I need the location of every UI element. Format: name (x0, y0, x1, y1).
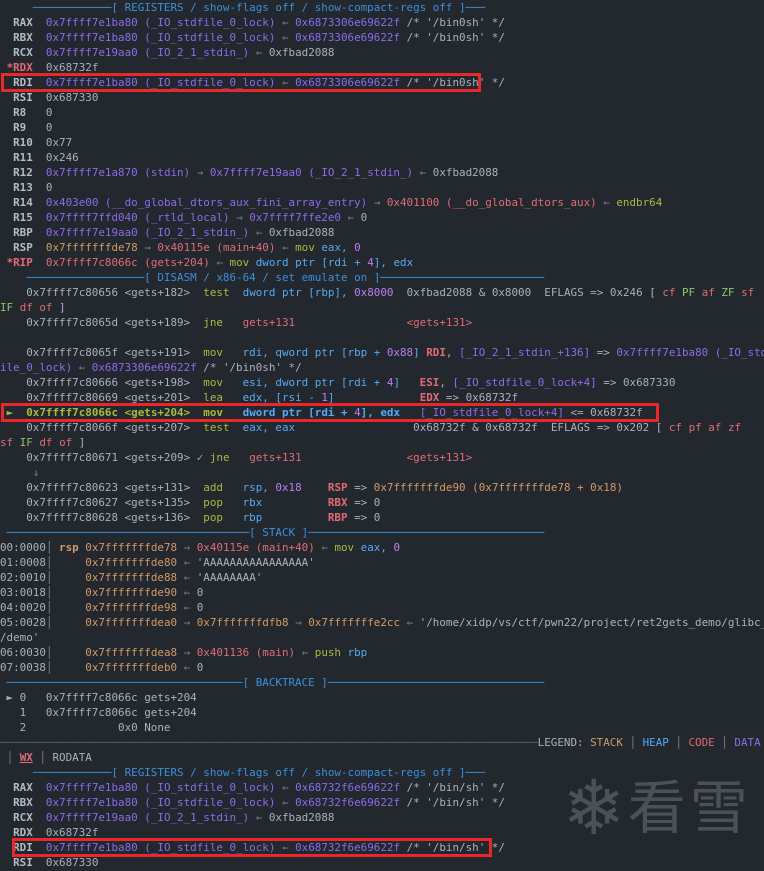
reg-row-r13: R13 0 (13, 181, 53, 194)
stack-row-03: 03:0018│ 0x7fffffffde90 ← 0 (0, 586, 204, 599)
reg2-row-rbx: RBX 0x7ffff7e1ba80 (_IO_stdfile_0_lock) … (13, 796, 505, 809)
backtrace-row-2: 2 0x0 None (0, 721, 171, 734)
reg-row-rdx: *RDX 0x68732f (6, 61, 99, 74)
stack-row-06: 06:0030│ 0x7fffffffdea8 → 0x401136 (main… (0, 646, 368, 659)
reg2-row-rdi-highlighted: RDI 0x7ffff7e1ba80 (_IO_stdfile_0_lock) … (0, 838, 764, 857)
header-backtrace: ────────────────────────────────────[ BA… (0, 676, 545, 689)
stack-row-02: 02:0010│ 0x7fffffffde88 ← 'AAAAAAAA' (0, 571, 263, 584)
legend-row-wrap: │ WX │ RODATA (6, 751, 92, 764)
reg-row-r8: R8 0 (13, 106, 53, 119)
reg-row-rax: RAX 0x7ffff7e1ba80 (_IO_stdfile_0_lock) … (13, 16, 505, 29)
stack-row-01: 01:0008│ 0x7fffffffde80 ← 'AAAAAAAAAAAAA… (0, 556, 315, 569)
disasm-row-gets-207: 0x7ffff7c8066f <gets+207> test eax, eax … (26, 421, 742, 434)
disasm-row-gets-136: 0x7ffff7c80628 <gets+136> pop rbp RBP =>… (26, 511, 381, 524)
reg-row-rsp: RSP 0x7fffffffde78 → 0x40115e (main+40) … (13, 241, 361, 254)
reg-row-r15: R15 0x7ffff7ffd040 (_rtld_local) → 0x7ff… (13, 211, 368, 224)
disasm-row-gets-204-current: ► 0x7ffff7c8066c <gets+204> mov dword pt… (0, 403, 764, 422)
disasm-row-gets-198: 0x7ffff7c80666 <gets+198> mov esi, dword… (26, 376, 676, 389)
header-disasm: ──────────────────[ DISASM / x86-64 / se… (0, 271, 545, 284)
backtrace-row-1: 1 0x7ffff7c8066c gets+204 (0, 706, 197, 719)
reg-row-rbp: RBP 0x7ffff7e19aa0 (_IO_2_1_stdin_) ← 0x… (13, 226, 335, 239)
stack-row-00: 00:0000│ rsp 0x7fffffffde78 → 0x40115e (… (0, 541, 401, 554)
reg-row-rbx: RBX 0x7ffff7e1ba80 (_IO_stdfile_0_lock) … (13, 31, 505, 44)
reg-row-rsi: RSI 0x687330 (13, 91, 99, 104)
disasm-row-flags-wrap-2: sf IF df of ] (0, 436, 86, 449)
reg-row-rcx: RCX 0x7ffff7e19aa0 (_IO_2_1_stdin_) ← 0x… (13, 46, 335, 59)
stack-row-05-wrap: /demo' (0, 631, 40, 644)
legend-row: ────────────────────────────────────────… (0, 736, 761, 749)
reg-row-r9: R9 0 (13, 121, 53, 134)
debugger-terminal: ────────────[ REGISTERS / show-flags off… (0, 0, 764, 870)
reg2-row-rcx: RCX 0x7ffff7e19aa0 (_IO_2_1_stdin_) ← 0x… (13, 811, 335, 824)
disasm-row-gets-182: 0x7ffff7c80656 <gets+182> test dword ptr… (26, 286, 755, 299)
stack-row-07: 07:0038│ 0x7fffffffdeb0 ← 0 (0, 661, 204, 674)
disasm-row-gets-209: 0x7ffff7c80671 <gets+209> ✓ jne gets+131… (26, 451, 473, 464)
reg2-row-rsi: RSI 0x687330 (13, 856, 99, 869)
reg-row-r12: R12 0x7ffff7e1a870 (stdin) → 0x7ffff7e19… (13, 166, 499, 179)
header-registers-2: ────────────[ REGISTERS / show-flags off… (0, 766, 486, 779)
debugger-screen: ────────────[ REGISTERS / show-flags off… (0, 0, 764, 871)
stack-row-04: 04:0020│ 0x7fffffffde98 ← 0 (0, 601, 204, 614)
reg-row-rdi-highlighted: RDI 0x7ffff7e1ba80 (_IO_stdfile_0_lock) … (0, 73, 764, 92)
reg-row-rip: *RIP 0x7ffff7c8066c (gets+204) ← mov dwo… (6, 256, 414, 269)
disasm-row-gets-201: 0x7ffff7c80669 <gets+201> lea edx, [rsi … (26, 391, 519, 404)
reg-row-r11: R11 0x246 (13, 151, 79, 164)
reg-row-r14: R14 0x403e00 (__do_global_dtors_aux_fini… (13, 196, 663, 209)
disasm-row-blank (0, 330, 764, 345)
disasm-row-flags-wrap-1: IF df of ] (0, 301, 66, 314)
header-registers: ────────────[ REGISTERS / show-flags off… (0, 1, 486, 14)
backtrace-row-0: ► 0 0x7ffff7c8066c gets+204 (0, 691, 197, 704)
reg2-row-rax: RAX 0x7ffff7e1ba80 (_IO_stdfile_0_lock) … (13, 781, 505, 794)
disasm-row-gets-131: 0x7ffff7c80623 <gets+131> add rsp, 0x18 … (26, 481, 623, 494)
reg-row-r10: R10 0x77 (13, 136, 73, 149)
disasm-row-gets-135: 0x7ffff7c80627 <gets+135> pop rbx RBX =>… (26, 496, 381, 509)
stack-row-05: 05:0028│ 0x7fffffffdea0 → 0x7fffffffdfb8… (0, 616, 764, 629)
disasm-row-gets-191-wrap: ile_0_lock) ← 0x6873306e69622f /* '/bin0… (0, 361, 302, 374)
disasm-row-gets-191: 0x7ffff7c8065f <gets+191> mov rdi, qword… (26, 346, 764, 359)
disasm-row-jump-arrow: ↓ (32, 466, 40, 479)
header-stack: ─────────────────────────────────────[ S… (0, 526, 545, 539)
reg2-row-rdx: RDX 0x68732f (13, 826, 99, 839)
disasm-row-gets-189: 0x7ffff7c8065d <gets+189> jne gets+131 <… (26, 316, 473, 329)
